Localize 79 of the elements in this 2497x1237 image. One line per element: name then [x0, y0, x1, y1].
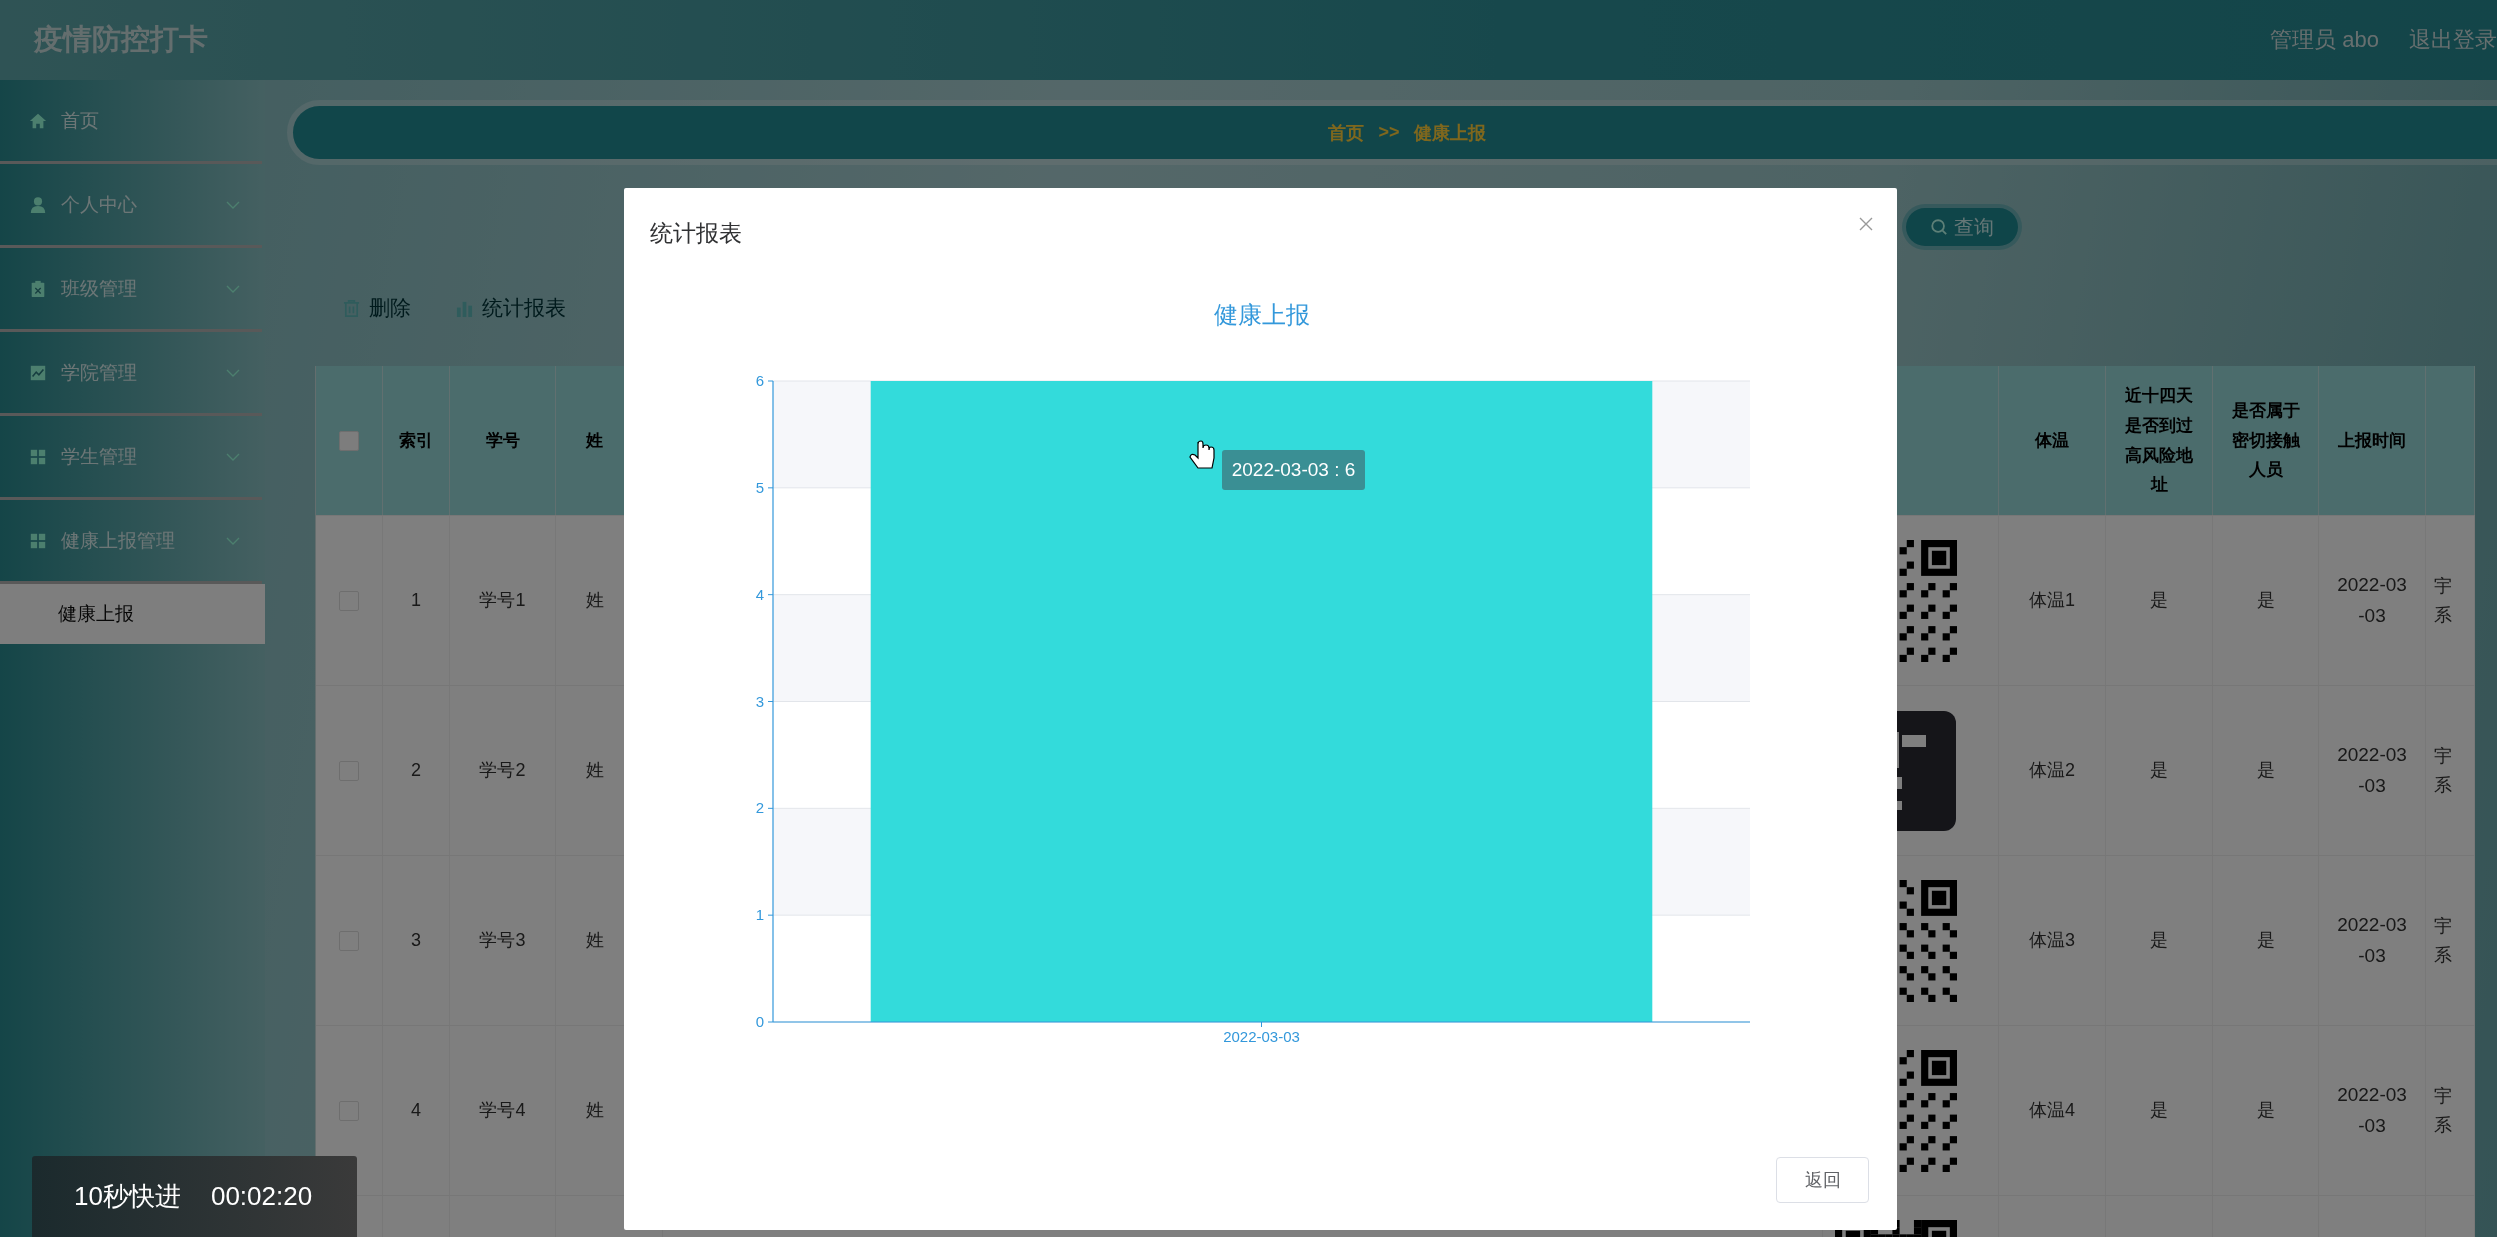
column-header[interactable]: 索引: [399, 425, 433, 456]
table-cell-text: 2022-03-03: [2337, 913, 2407, 968]
table-cell-text: 学号3: [479, 929, 526, 953]
table-cell-text: 是: [2256, 1099, 2275, 1123]
trash-icon: [342, 298, 361, 318]
sidebar-item[interactable]: 首页: [0, 80, 262, 164]
y-tick-label: 3: [755, 692, 764, 710]
search-icon: [1930, 218, 1948, 236]
table-cell-text: 学号2: [479, 759, 526, 783]
table-cell-text: 是: [2256, 589, 2275, 613]
column-header[interactable]: 姓: [586, 425, 603, 456]
breadcrumb-item[interactable]: 首页: [1328, 120, 1365, 145]
table-cell-text: 姓: [586, 929, 604, 953]
table-cell-text: 是: [2150, 759, 2168, 783]
table-cell-text: 3: [411, 929, 421, 953]
back-button[interactable]: 返回: [1776, 1157, 1869, 1203]
column-header[interactable]: 体温: [2035, 425, 2069, 456]
table-cell-text: 4: [411, 1099, 421, 1123]
table-cell-text: 姓: [586, 1099, 604, 1123]
table-cell-text: 姓: [586, 589, 604, 613]
table-cell-text: 是: [2150, 929, 2168, 953]
grid-icon: [29, 531, 47, 550]
select-all-checkbox[interactable]: [339, 430, 359, 451]
table-cell-text: 2022-03-03: [2337, 1083, 2407, 1138]
hand-cursor-icon: [1189, 440, 1215, 469]
breadcrumb-separator: >>: [1378, 122, 1400, 143]
y-tick-label: 5: [755, 478, 764, 496]
table-cell-text: 2: [411, 759, 421, 783]
video-time: 00:02:20: [210, 1181, 313, 1212]
column-header[interactable]: 上报时间: [2338, 425, 2406, 456]
logout-link[interactable]: 退出登录: [2409, 25, 2497, 55]
table-cell-text: 体温2: [2029, 759, 2075, 783]
table-cell-text: 是: [2256, 759, 2275, 783]
sidebar-item[interactable]: 班级管理: [0, 248, 262, 332]
sidebar-item[interactable]: 个人中心: [0, 164, 262, 248]
breadcrumb-item[interactable]: 健康上报: [1413, 120, 1486, 145]
column-header[interactable]: 近十四天是否到过高风险地址: [2118, 381, 2200, 500]
dialog-title: 统计报表: [650, 218, 742, 248]
table-cell-text: 体温1: [2029, 589, 2075, 613]
home-icon: [29, 111, 47, 130]
user-name: 管理员 abo: [2270, 26, 2379, 54]
x-tick-label: 2022-03-03: [1223, 1028, 1300, 1045]
chart-bar[interactable]: [870, 381, 1653, 1022]
table-cell-text: 学号4: [479, 1099, 526, 1123]
chart-title: 健康上报: [1213, 301, 1310, 328]
column-header[interactable]: 学号: [485, 425, 520, 456]
table-cell-text: 宇系: [2434, 744, 2452, 797]
chart-icon: [29, 363, 47, 382]
y-tick-label: 6: [755, 372, 764, 389]
table-cell-text: 学号1: [479, 589, 526, 613]
table-cell-text: 宇系: [2434, 1084, 2452, 1137]
column-header[interactable]: 是否属于密切接触人员: [2225, 395, 2306, 486]
table-cell-text: 姓: [586, 759, 604, 783]
report-button[interactable]: 统计报表: [455, 288, 566, 328]
sidebar-subitem[interactable]: 健康上报: [0, 584, 265, 644]
table-cell-text: 是: [2256, 929, 2275, 953]
search-button[interactable]: 查询: [1902, 204, 2022, 250]
tooltip: 2022-03-03 : 6: [1222, 450, 1365, 490]
table-cell-text: 2022-03-03: [2337, 743, 2407, 798]
table-cell-text: 是: [2150, 1099, 2168, 1123]
close-icon[interactable]: [1859, 217, 1873, 231]
sidebar-item[interactable]: 学院管理: [0, 332, 262, 416]
table-cell-text: 1: [411, 589, 421, 613]
delete-button[interactable]: 删除: [342, 288, 411, 328]
y-tick-label: 0: [755, 1013, 764, 1030]
y-tick-label: 1: [755, 906, 764, 924]
table-cell-text: 宇系: [2434, 914, 2452, 967]
table-cell-text: 是: [2150, 589, 2168, 613]
table-cell-text: 宇系: [2434, 574, 2452, 627]
clipboard-icon: [29, 279, 47, 298]
sidebar-item[interactable]: 学生管理: [0, 416, 262, 500]
user-icon: [29, 195, 47, 214]
y-tick-label: 4: [755, 585, 764, 603]
skip-label: 10秒快进: [74, 1180, 181, 1213]
table-cell-text: 体温4: [2029, 1099, 2075, 1123]
y-tick-label: 2: [755, 799, 764, 817]
table-cell-text: 2022-03-03: [2337, 573, 2407, 628]
grid-icon: [29, 447, 47, 466]
table-cell-text: 体温3: [2029, 929, 2075, 953]
